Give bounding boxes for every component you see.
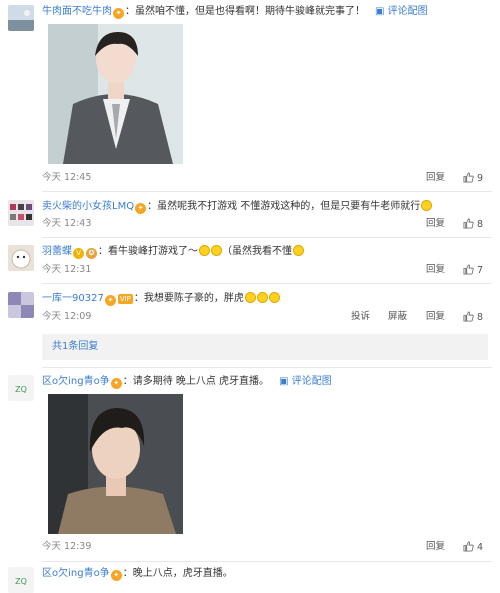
timestamp: 今天 12:43 (42, 218, 92, 229)
comment-photo[interactable] (48, 394, 183, 534)
block-button[interactable]: 屏蔽 (388, 311, 407, 323)
timestamp: 今天 12:09 (42, 311, 92, 322)
reply-button[interactable]: 回复 (426, 541, 445, 553)
divider (42, 283, 492, 284)
comment-text-after: （虽然我看不懂 (222, 246, 292, 257)
smile-emoji-icon (244, 292, 256, 303)
report-button[interactable]: 投诉 (351, 311, 370, 323)
badge-icon: ✦ (135, 203, 147, 214)
smile-emoji-icon (211, 245, 222, 256)
thumb-up-icon (463, 218, 474, 229)
avatar[interactable] (8, 5, 34, 31)
picture-icon: ▣ (375, 6, 388, 17)
smile-emoji-icon (421, 200, 433, 211)
smile-emoji-icon (268, 292, 280, 303)
reply-button[interactable]: 回复 (426, 264, 445, 276)
like-button[interactable]: 4 (463, 541, 483, 554)
comment-text: ：请多期待 晚上八点 虎牙直播。 (122, 376, 270, 387)
username-link[interactable]: 区o欠ing青o争 (42, 376, 110, 387)
medal-icon: ✪ (86, 248, 97, 259)
badge-icon: ✦ (110, 570, 122, 581)
svg-text:ZQ: ZQ (15, 385, 27, 394)
vip-badge: VIP (117, 294, 133, 304)
thumb-up-icon (463, 172, 474, 183)
like-button[interactable]: 8 (463, 311, 483, 324)
comment-picture-link[interactable]: ▣ 评论配图 (279, 376, 332, 387)
timestamp: 今天 12:45 (42, 172, 92, 183)
avatar[interactable]: ZQ (8, 567, 34, 593)
avatar[interactable]: ZQ (8, 375, 34, 401)
comment-text: ：看牛骏峰打游戏了～ (98, 246, 198, 257)
reply-button[interactable]: 回复 (426, 218, 445, 230)
username-link[interactable]: 一库一90327 (42, 293, 104, 304)
comment-photo[interactable] (48, 24, 183, 164)
comment-line: 区o欠ing青o争 ✦ ：晚上八点，虎牙直播。 (42, 567, 233, 581)
comment-line: 一库一90327 ✦ VIP ：我想要陈子豪的，胖虎 (42, 292, 280, 306)
avatar[interactable] (8, 292, 34, 318)
thumb-up-icon (463, 264, 474, 275)
badge-icon: ✦ (113, 8, 124, 19)
verified-badge-icon: V (73, 248, 84, 259)
picture-icon: ▣ (279, 376, 292, 387)
avatar[interactable] (8, 245, 34, 271)
like-button[interactable]: 9 (463, 172, 483, 185)
smile-emoji-icon (199, 245, 210, 256)
username-link[interactable]: 牛肉面不吃牛肉 (42, 6, 112, 17)
reply-button[interactable]: 回复 (426, 172, 445, 184)
comment-line: 牛肉面不吃牛肉 ✦ ：虽然咱不懂，但是也得看啊！期待牛骏峰就完事了！ ▣ 评论配图 (42, 5, 428, 19)
thumb-up-icon (463, 541, 474, 552)
comment-line: 羽蕾蝶 V ✪ ：看牛骏峰打游戏了～ （虽然我看不懂 (42, 245, 304, 259)
comment-text: ：晚上八点，虎牙直播。 (122, 568, 233, 579)
smile-emoji-icon (256, 292, 268, 303)
divider (42, 237, 492, 238)
smile-emoji-icon (293, 245, 304, 256)
svg-text:ZQ: ZQ (15, 577, 27, 586)
divider (42, 367, 492, 368)
timestamp: 今天 12:39 (42, 541, 92, 552)
comment-line: 卖火柴的小女孩LMQ ✦ ：虽然呢我不打游戏 不懂游戏这种的，但是只要有牛老师就行 (42, 200, 433, 214)
divider (42, 191, 492, 192)
collapsed-replies-link[interactable]: 共1条回复 (42, 334, 488, 360)
badge-icon: ✦ (110, 378, 122, 389)
username-link[interactable]: 羽蕾蝶 (42, 246, 72, 257)
comment-text: ：虽然咱不懂，但是也得看啊！期待牛骏峰就完事了！ (125, 6, 365, 17)
comment-text: ：虽然呢我不打游戏 不懂游戏这种的，但是只要有牛老师就行 (147, 201, 421, 212)
like-button[interactable]: 7 (463, 264, 483, 277)
username-link[interactable]: 卖火柴的小女孩LMQ (42, 201, 134, 212)
comment-text: ：我想要陈子豪的，胖虎 (133, 293, 244, 304)
like-button[interactable]: 8 (463, 218, 483, 231)
reply-button[interactable]: 回复 (426, 311, 445, 323)
comment-picture-link[interactable]: ▣ 评论配图 (375, 6, 428, 17)
badge-icon: ✦ (104, 295, 116, 306)
comment-line: 区o欠ing青o争 ✦ ：请多期待 晚上八点 虎牙直播。 ▣ 评论配图 (42, 375, 332, 389)
timestamp: 今天 12:31 (42, 264, 92, 275)
divider (42, 561, 492, 562)
username-link[interactable]: 区o欠ing青o争 (42, 568, 110, 579)
avatar[interactable] (8, 200, 34, 226)
thumb-up-icon (463, 311, 474, 322)
